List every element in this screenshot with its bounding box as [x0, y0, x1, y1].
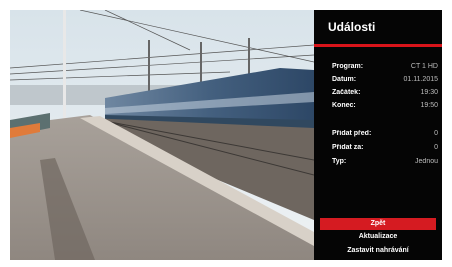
video-frame	[10, 10, 314, 260]
field-value: 01.11.2015	[403, 76, 438, 83]
tv-screen: Události Program: CT 1 HD Datum: 01.11.2…	[10, 10, 442, 260]
stop-recording-button[interactable]: Zastavit nahrávání	[320, 245, 436, 257]
field-label: Začátek:	[332, 89, 361, 96]
field-value: Jednou	[415, 158, 438, 165]
field-value: CT 1 HD	[410, 63, 438, 70]
field-value: 19:50	[420, 102, 438, 109]
events-panel: Události Program: CT 1 HD Datum: 01.11.2…	[314, 10, 442, 260]
panel-title: Události	[328, 20, 376, 34]
field-type[interactable]: Typ: Jednou	[332, 158, 438, 165]
field-value: 19:30	[420, 89, 438, 96]
field-label: Program:	[332, 63, 364, 70]
field-value: 0	[434, 144, 438, 151]
refresh-button[interactable]: Aktualizace	[320, 231, 436, 243]
title-underline	[314, 44, 442, 47]
field-add-before[interactable]: Přidat před: 0	[332, 130, 438, 137]
field-label: Typ:	[332, 158, 347, 165]
field-value: 0	[434, 130, 438, 137]
field-program: Program: CT 1 HD	[332, 63, 438, 70]
field-label: Přidat za:	[332, 144, 364, 151]
field-label: Konec:	[332, 102, 356, 109]
field-add-after[interactable]: Přidat za: 0	[332, 144, 438, 151]
field-end: Konec: 19:50	[332, 102, 438, 109]
field-label: Datum:	[332, 76, 357, 83]
field-start: Začátek: 19:30	[332, 89, 438, 96]
back-button[interactable]: Zpět	[320, 218, 436, 230]
field-date: Datum: 01.11.2015	[332, 76, 438, 83]
field-label: Přidat před:	[332, 130, 372, 137]
